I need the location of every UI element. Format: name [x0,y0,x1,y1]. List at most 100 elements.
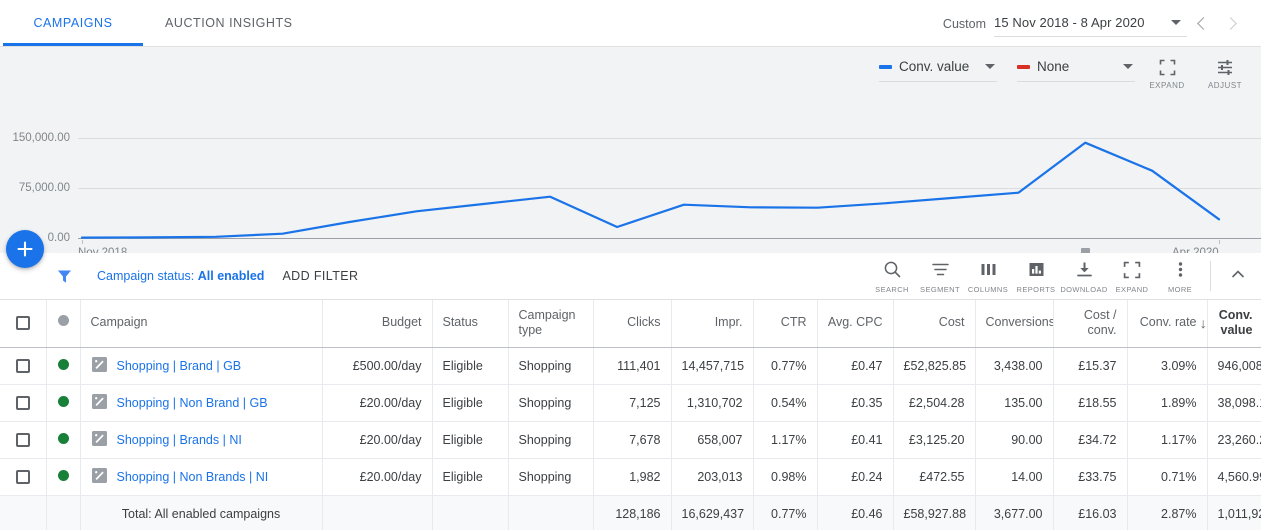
toolbar-download-button[interactable]: DOWNLOAD [1060,253,1108,294]
row-checkbox[interactable] [15,432,30,447]
toolbar-segment-button[interactable]: SEGMENT [916,253,964,294]
select-all-header [0,300,47,348]
header-impr[interactable]: Impr. [671,300,754,348]
download-icon [1075,259,1094,281]
header-ctr[interactable]: CTR [753,300,818,348]
row-conv-value-cell: 946,008.41 [1207,347,1261,385]
row-campaign-cell: Shopping | Brands | NI [80,421,323,459]
row-budget-cell[interactable]: £20.00/day [322,384,433,422]
row-checkbox[interactable] [15,358,30,373]
row-avg-cpc-cell: £0.24 [817,458,894,496]
x-axis-tick-start [82,240,83,244]
header-conv-value[interactable]: ↓ Conv. value [1200,300,1261,348]
table-row[interactable]: Shopping | Non Brands | NI £20.00/day Elig… [0,458,1261,496]
row-campaign-type-cell: Shopping [508,458,594,496]
row-clicks-cell: 1,982 [593,458,672,496]
metric-selector-secondary[interactable]: None [1017,56,1135,82]
chart-expand-button[interactable]: EXPAND [1141,51,1193,90]
toolbar-reports-button[interactable]: REPORTS [1012,253,1060,294]
header-cost[interactable]: Cost [893,300,976,348]
adjust-icon [1217,56,1234,78]
row-cost-per-conv-cell: £33.75 [1053,458,1128,496]
header-cost-per-conv[interactable]: Cost / conv. [1053,300,1128,348]
row-cost-cell: £2,504.28 [893,384,976,422]
header-conv-rate[interactable]: Conv. rate [1127,300,1208,348]
row-cost-cell: £52,825.85 [893,347,976,385]
campaign-name-link[interactable]: Shopping | Brand | GB [117,359,242,373]
total-avg-cpc-cell: £0.46 [817,495,894,530]
header-clicks[interactable]: Clicks [593,300,672,348]
total-clicks-cell: 128,186 [593,495,672,530]
status-enabled-dot-icon [57,395,69,407]
total-campaign-type-cell [508,495,594,530]
header-campaign[interactable]: Campaign [80,300,323,348]
tab-auction-insights[interactable]: AUCTION INSIGHTS [143,0,315,46]
date-range-dropdown[interactable]: 15 Nov 2018 - 8 Apr 2020 [994,11,1187,37]
status-enabled-dot-icon [57,432,69,444]
shopping-tag-icon [91,393,108,413]
campaign-name-link[interactable]: Shopping | Non Brand | GB [117,396,268,410]
table-row[interactable]: Shopping | Non Brand | GB £20.00/day Eligi… [0,384,1261,422]
add-filter-button[interactable]: ADD FILTER [282,269,358,283]
row-select-cell [0,347,47,385]
row-status-text-cell: Eligible [432,347,509,385]
collapse-panel-button[interactable] [1221,253,1255,300]
chevron-down-icon [1171,19,1181,25]
select-all-checkbox[interactable] [15,316,30,331]
chart-adjust-button[interactable]: ADJUST [1199,51,1251,90]
metric-selector-primary[interactable]: Conv. value [879,56,997,82]
chevron-left-icon [1197,17,1210,30]
total-spacer-dot-cell [46,495,81,530]
status-dot-header [46,300,81,348]
header-campaign-type[interactable]: Campaign type [508,300,594,348]
row-conv-rate-cell: 0.71% [1127,458,1208,496]
toolbar-more-button[interactable]: MORE [1156,253,1204,294]
table-row[interactable]: Shopping | Brand | GB £500.00/day Eligible… [0,347,1261,385]
filter-funnel-icon[interactable] [56,268,73,285]
sort-descending-arrow-icon: ↓ [1199,314,1207,331]
table-total-row: Total: All enabled campaigns 128,186 16,62… [0,495,1261,530]
date-range-label: Custom [942,16,986,31]
row-select-cell [0,458,47,496]
campaign-name-link[interactable]: Shopping | Non Brands | NI [117,470,269,484]
row-status-text-cell: Eligible [432,458,509,496]
chevron-down-icon [985,64,995,69]
row-checkbox[interactable] [15,469,30,484]
total-label-cell: Total: All enabled campaigns [80,495,323,530]
header-avg-cpc[interactable]: Avg. CPC [817,300,894,348]
table-row[interactable]: Shopping | Brands | NI £20.00/day Eligible… [0,421,1261,459]
row-select-cell [0,384,47,422]
toolbar-columns-button[interactable]: COLUMNS [964,253,1012,294]
toolbar-expand-button[interactable]: EXPAND [1108,253,1156,294]
shopping-tag-icon [91,467,108,487]
row-campaign-cell: Shopping | Non Brands | NI [80,458,323,496]
toolbar-expand-caption: EXPAND [1115,284,1149,294]
status-enabled-dot-icon [57,358,69,370]
row-ctr-cell: 0.54% [753,384,818,422]
row-budget-cell[interactable]: £20.00/day [322,421,433,459]
row-budget-cell[interactable]: £20.00/day [322,458,433,496]
row-clicks-cell: 7,678 [593,421,672,459]
row-conversions-cell: 90.00 [975,421,1054,459]
filter-chip-value: All enabled [197,269,265,283]
metric-primary-label: Conv. value [899,59,970,74]
new-campaign-fab-button[interactable] [6,230,44,268]
date-range-next-button[interactable] [1217,9,1247,39]
header-budget[interactable]: Budget [322,300,433,348]
row-budget-cell[interactable]: £500.00/day [322,347,433,385]
date-range-prev-button[interactable] [1187,9,1217,39]
filter-chip-campaign-status[interactable]: Campaign status: All enabled [97,269,264,283]
toolbar-search-button[interactable]: SEARCH [868,253,916,294]
header-conversions[interactable]: Conversions [975,300,1054,348]
toolbar-download-caption: DOWNLOAD [1060,284,1108,294]
row-status-cell [46,421,81,459]
tab-campaigns[interactable]: CAMPAIGNS [3,0,143,46]
chevron-down-icon [1123,64,1133,69]
header-status[interactable]: Status [432,300,509,348]
row-impr-cell: 1,310,702 [671,384,754,422]
campaign-name-link[interactable]: Shopping | Brands | NI [117,433,242,447]
row-checkbox[interactable] [15,395,30,410]
row-campaign-type-cell: Shopping [508,421,594,459]
performance-chart-panel: Conv. value None EXPAND ADJUST 150,000.0… [0,47,1261,259]
total-ctr-cell: 0.77% [753,495,818,530]
